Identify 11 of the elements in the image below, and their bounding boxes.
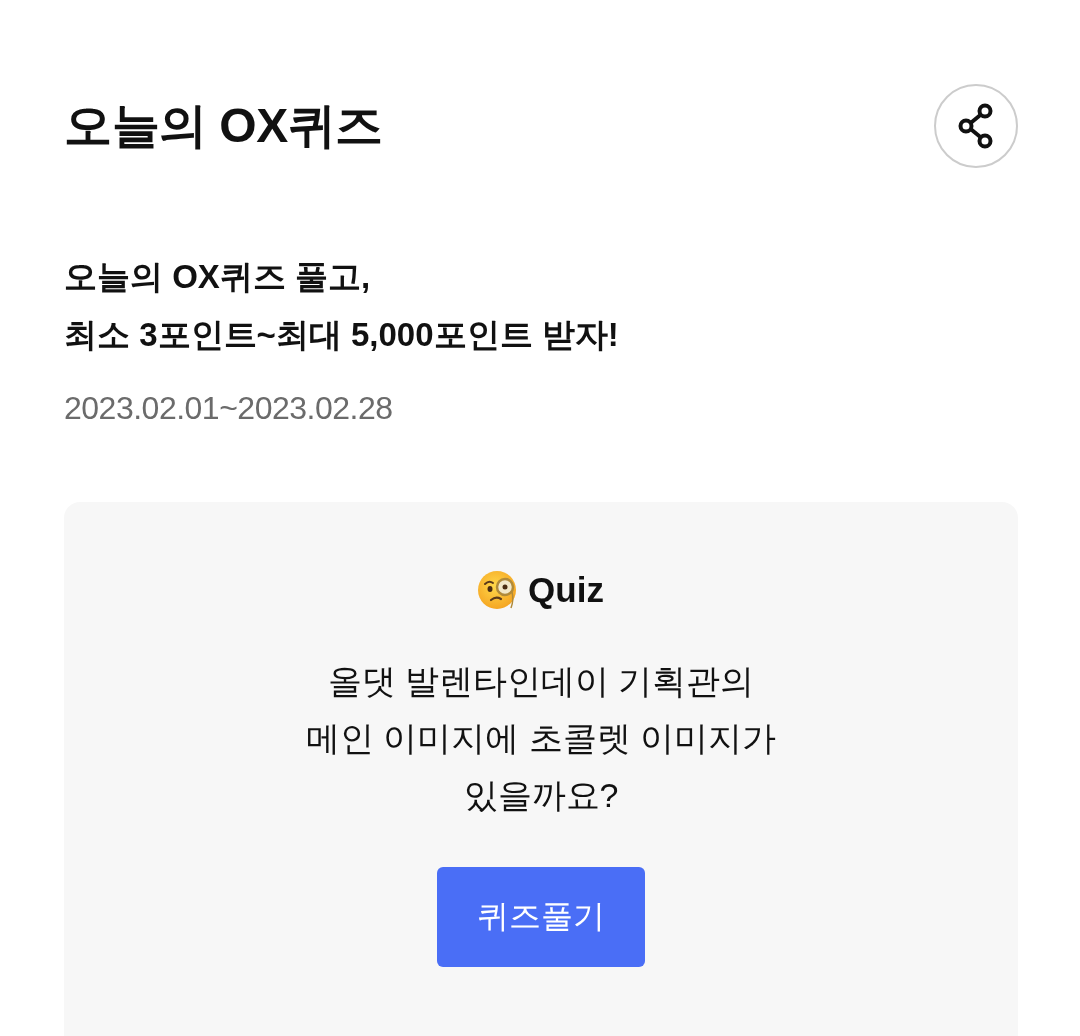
share-icon <box>958 103 994 149</box>
solve-quiz-button[interactable]: 퀴즈풀기 <box>437 867 645 967</box>
quiz-question: 메인 이미지에 초콜렛 이미지가 <box>305 718 777 759</box>
monocle-face-icon <box>478 570 519 610</box>
event-period: 2023.02.01~2023.02.28 <box>64 390 394 427</box>
quiz-question: 있을까요? <box>463 775 619 816</box>
event-headline: 최소 3포인트~최대 5,000포인트 받자! <box>64 315 620 355</box>
quiz-question: 올댓 발렌타인데이 기획관의 <box>327 661 755 702</box>
quiz-label: Quiz <box>528 570 604 610</box>
event-headline: 오늘의 OX퀴즈 풀고, <box>64 257 372 297</box>
page-title: 오늘의 OX퀴즈 <box>64 98 383 154</box>
